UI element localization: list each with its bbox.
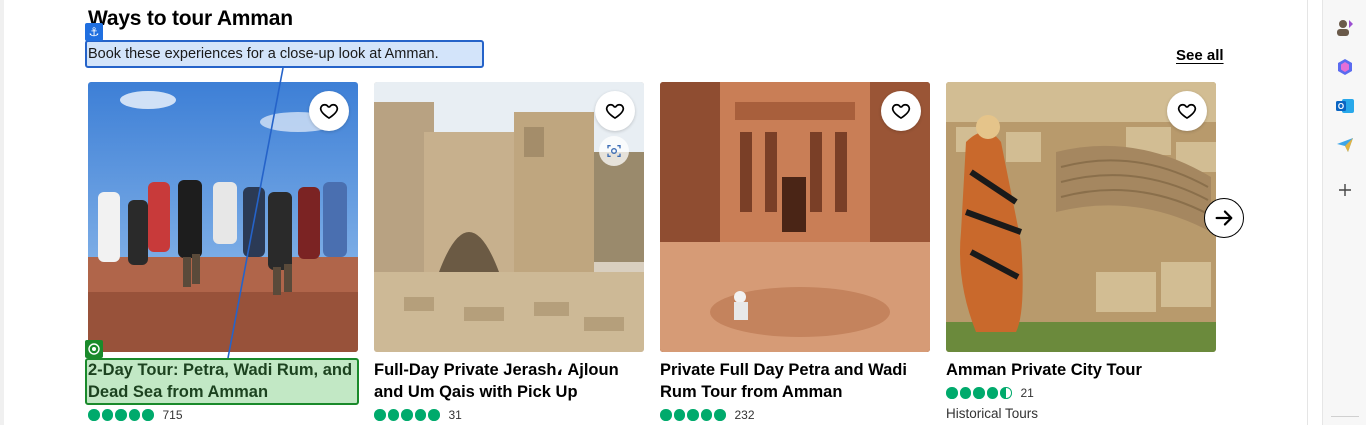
- heart-outline-icon: [891, 103, 911, 119]
- tour-image[interactable]: [660, 82, 930, 352]
- sidebar-separator: [1331, 416, 1359, 417]
- review-count: 715: [162, 408, 183, 422]
- section-subtitle: Book these experiences for a close-up lo…: [88, 46, 439, 62]
- outlook-icon[interactable]: O: [1333, 94, 1357, 118]
- tour-title[interactable]: Full-Day Private Jerash، Ajloun and Um Q…: [374, 359, 644, 403]
- save-heart-button[interactable]: [595, 91, 635, 131]
- target-icon: [85, 340, 103, 358]
- section-title: Ways to tour Amman: [88, 7, 293, 30]
- tour-title[interactable]: Private Full Day Petra and Wadi Rum Tour…: [660, 359, 930, 403]
- save-heart-button[interactable]: [1167, 91, 1207, 131]
- tour-image[interactable]: [374, 82, 644, 352]
- visual-search-button[interactable]: [599, 136, 629, 166]
- save-heart-button[interactable]: [881, 91, 921, 131]
- rating-bubbles: [88, 409, 154, 421]
- review-count: 232: [734, 408, 755, 422]
- profile-icon[interactable]: [1333, 16, 1357, 40]
- rating-row: 715: [88, 408, 358, 422]
- add-icon[interactable]: [1333, 178, 1357, 202]
- heart-outline-icon: [605, 103, 625, 119]
- see-all-link[interactable]: See all: [1176, 47, 1224, 64]
- rating-row: 232: [660, 408, 930, 422]
- tour-category: Historical Tours: [946, 406, 1039, 421]
- tour-card[interactable]: Private Full Day Petra and Wadi Rum Tour…: [660, 82, 930, 422]
- rating-bubbles: [946, 387, 1012, 399]
- svg-text:O: O: [1338, 102, 1344, 111]
- arrow-right-icon: [1215, 210, 1233, 226]
- heart-outline-icon: [1177, 103, 1197, 119]
- rating-bubbles: [374, 409, 440, 421]
- page-divider: [1307, 0, 1308, 425]
- tour-title[interactable]: Amman Private City Tour: [946, 359, 1216, 381]
- tours-section: Ways to tour Amman ⚓ Book these experien…: [0, 0, 1308, 425]
- save-heart-button[interactable]: [309, 91, 349, 131]
- next-button[interactable]: [1204, 198, 1244, 238]
- tour-card[interactable]: Full-Day Private Jerash، Ajloun and Um Q…: [374, 82, 644, 422]
- left-edge: [0, 0, 4, 425]
- heart-outline-icon: [319, 103, 339, 119]
- browser-sidebar: O: [1322, 0, 1366, 425]
- rating-row: 21: [946, 386, 1216, 400]
- visual-search-icon: [607, 145, 621, 157]
- rating-bubbles: [660, 409, 726, 421]
- copilot-icon[interactable]: [1333, 55, 1357, 79]
- anchor-icon: ⚓: [85, 23, 103, 41]
- review-count: 21: [1020, 386, 1034, 400]
- tour-image[interactable]: [88, 82, 358, 352]
- tour-card[interactable]: Amman Private City Tour 21 Historical To…: [946, 82, 1216, 421]
- review-count: 31: [448, 408, 462, 422]
- tour-image[interactable]: [946, 82, 1216, 352]
- rating-row: 31: [374, 408, 644, 422]
- send-icon[interactable]: [1333, 133, 1357, 157]
- title-highlight: [85, 358, 359, 405]
